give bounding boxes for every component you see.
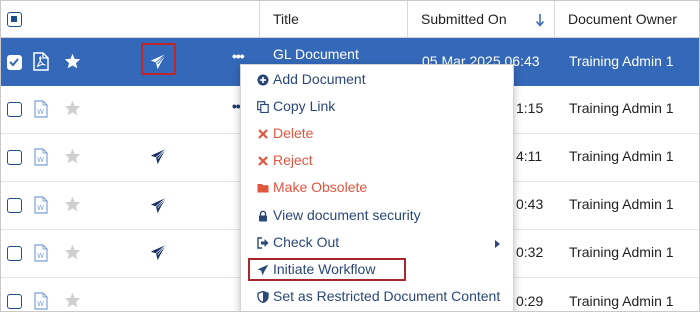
sign-out-icon (257, 237, 269, 249)
x-icon (258, 156, 268, 166)
star-icon[interactable] (64, 53, 81, 69)
star-icon[interactable] (64, 292, 81, 308)
document-title[interactable]: GL Document (273, 46, 359, 62)
menu-item-view-document-security[interactable]: View document security (241, 203, 515, 230)
initiate-workflow-highlight (248, 258, 406, 281)
svg-text:W: W (37, 156, 44, 164)
folder-icon (257, 184, 269, 193)
menu-item-label: Make Obsolete (273, 179, 368, 195)
row-checkbox[interactable] (7, 294, 22, 309)
row-actions-button[interactable]: ••• (232, 48, 245, 64)
menu-item-label: Set as Restricted Document Content (273, 288, 501, 304)
paper-plane-icon[interactable] (150, 197, 167, 214)
menu-item-label: View document security (273, 207, 421, 223)
title-column-header[interactable]: Title (259, 1, 299, 38)
word-file-icon[interactable]: W (34, 292, 48, 310)
menu-item-label: Reject (273, 152, 313, 168)
document-owner: Training Admin 1 (569, 293, 674, 309)
menu-item-reject[interactable]: Reject (241, 148, 515, 175)
lock-icon (259, 210, 267, 222)
star-icon[interactable] (64, 196, 81, 212)
word-file-icon[interactable]: W (34, 196, 48, 214)
pdf-file-icon[interactable] (33, 52, 49, 71)
submitted-on-column-header[interactable]: Submitted On (407, 1, 507, 38)
document-owner: Training Admin 1 (569, 148, 674, 164)
submitted-date: 4:11 (516, 148, 543, 164)
menu-item-check-out[interactable]: Check Out (241, 230, 515, 257)
menu-item-label: Add Document (273, 71, 366, 87)
menu-item-label: Check Out (273, 234, 340, 250)
shield-icon (257, 291, 269, 303)
plus-circle-icon (257, 74, 269, 86)
svg-text:W: W (37, 252, 44, 260)
row-checkbox[interactable] (7, 102, 22, 117)
svg-text:W: W (37, 204, 44, 212)
submenu-arrow-icon (495, 240, 500, 248)
document-owner: Training Admin 1 (569, 244, 674, 260)
submitted-date: 0:32 (516, 244, 544, 260)
word-file-icon[interactable]: W (34, 244, 48, 262)
submitted-date: 1:15 (516, 100, 544, 116)
document-owner: Training Admin 1 (569, 100, 674, 116)
document-owner: Training Admin 1 (569, 53, 674, 69)
submitted-date: 0:29 (516, 293, 544, 309)
menu-item-copy-link[interactable]: Copy Link (241, 94, 515, 121)
sort-descending-icon[interactable] (535, 12, 545, 28)
row-checkbox[interactable] (7, 55, 22, 70)
x-icon (258, 129, 268, 139)
svg-text:W: W (37, 300, 44, 308)
svg-text:W: W (37, 108, 44, 116)
menu-item-make-obsolete[interactable]: Make Obsolete (241, 175, 515, 202)
menu-item-add-document[interactable]: Add Document (241, 67, 515, 94)
word-file-icon[interactable]: W (34, 100, 48, 118)
document-owner: Training Admin 1 (569, 196, 674, 212)
menu-item-set-as-restricted-document-content[interactable]: Set as Restricted Document Content (241, 284, 515, 311)
submitted-date: 0:43 (516, 196, 544, 212)
row-checkbox[interactable] (7, 246, 22, 261)
menu-item-delete[interactable]: Delete (241, 121, 515, 148)
word-file-icon[interactable]: W (34, 148, 48, 166)
star-icon[interactable] (64, 244, 81, 260)
paper-plane-icon[interactable] (150, 244, 167, 261)
document-owner-column-header[interactable]: Document Owner (554, 1, 677, 38)
workflow-icon-highlight (141, 43, 176, 75)
select-all-checkbox[interactable] (7, 12, 22, 27)
paper-plane-icon[interactable] (150, 148, 167, 165)
menu-item-label: Copy Link (273, 98, 336, 114)
row-checkbox[interactable] (7, 150, 22, 165)
menu-item-label: Delete (273, 125, 314, 141)
document-grid: Title Submitted On Document Owner ••• GL… (0, 0, 700, 312)
copy-icon (257, 101, 269, 113)
star-icon[interactable] (64, 148, 81, 164)
grid-header: Title Submitted On Document Owner (1, 1, 699, 38)
row-checkbox[interactable] (7, 198, 22, 213)
star-icon[interactable] (64, 100, 81, 116)
